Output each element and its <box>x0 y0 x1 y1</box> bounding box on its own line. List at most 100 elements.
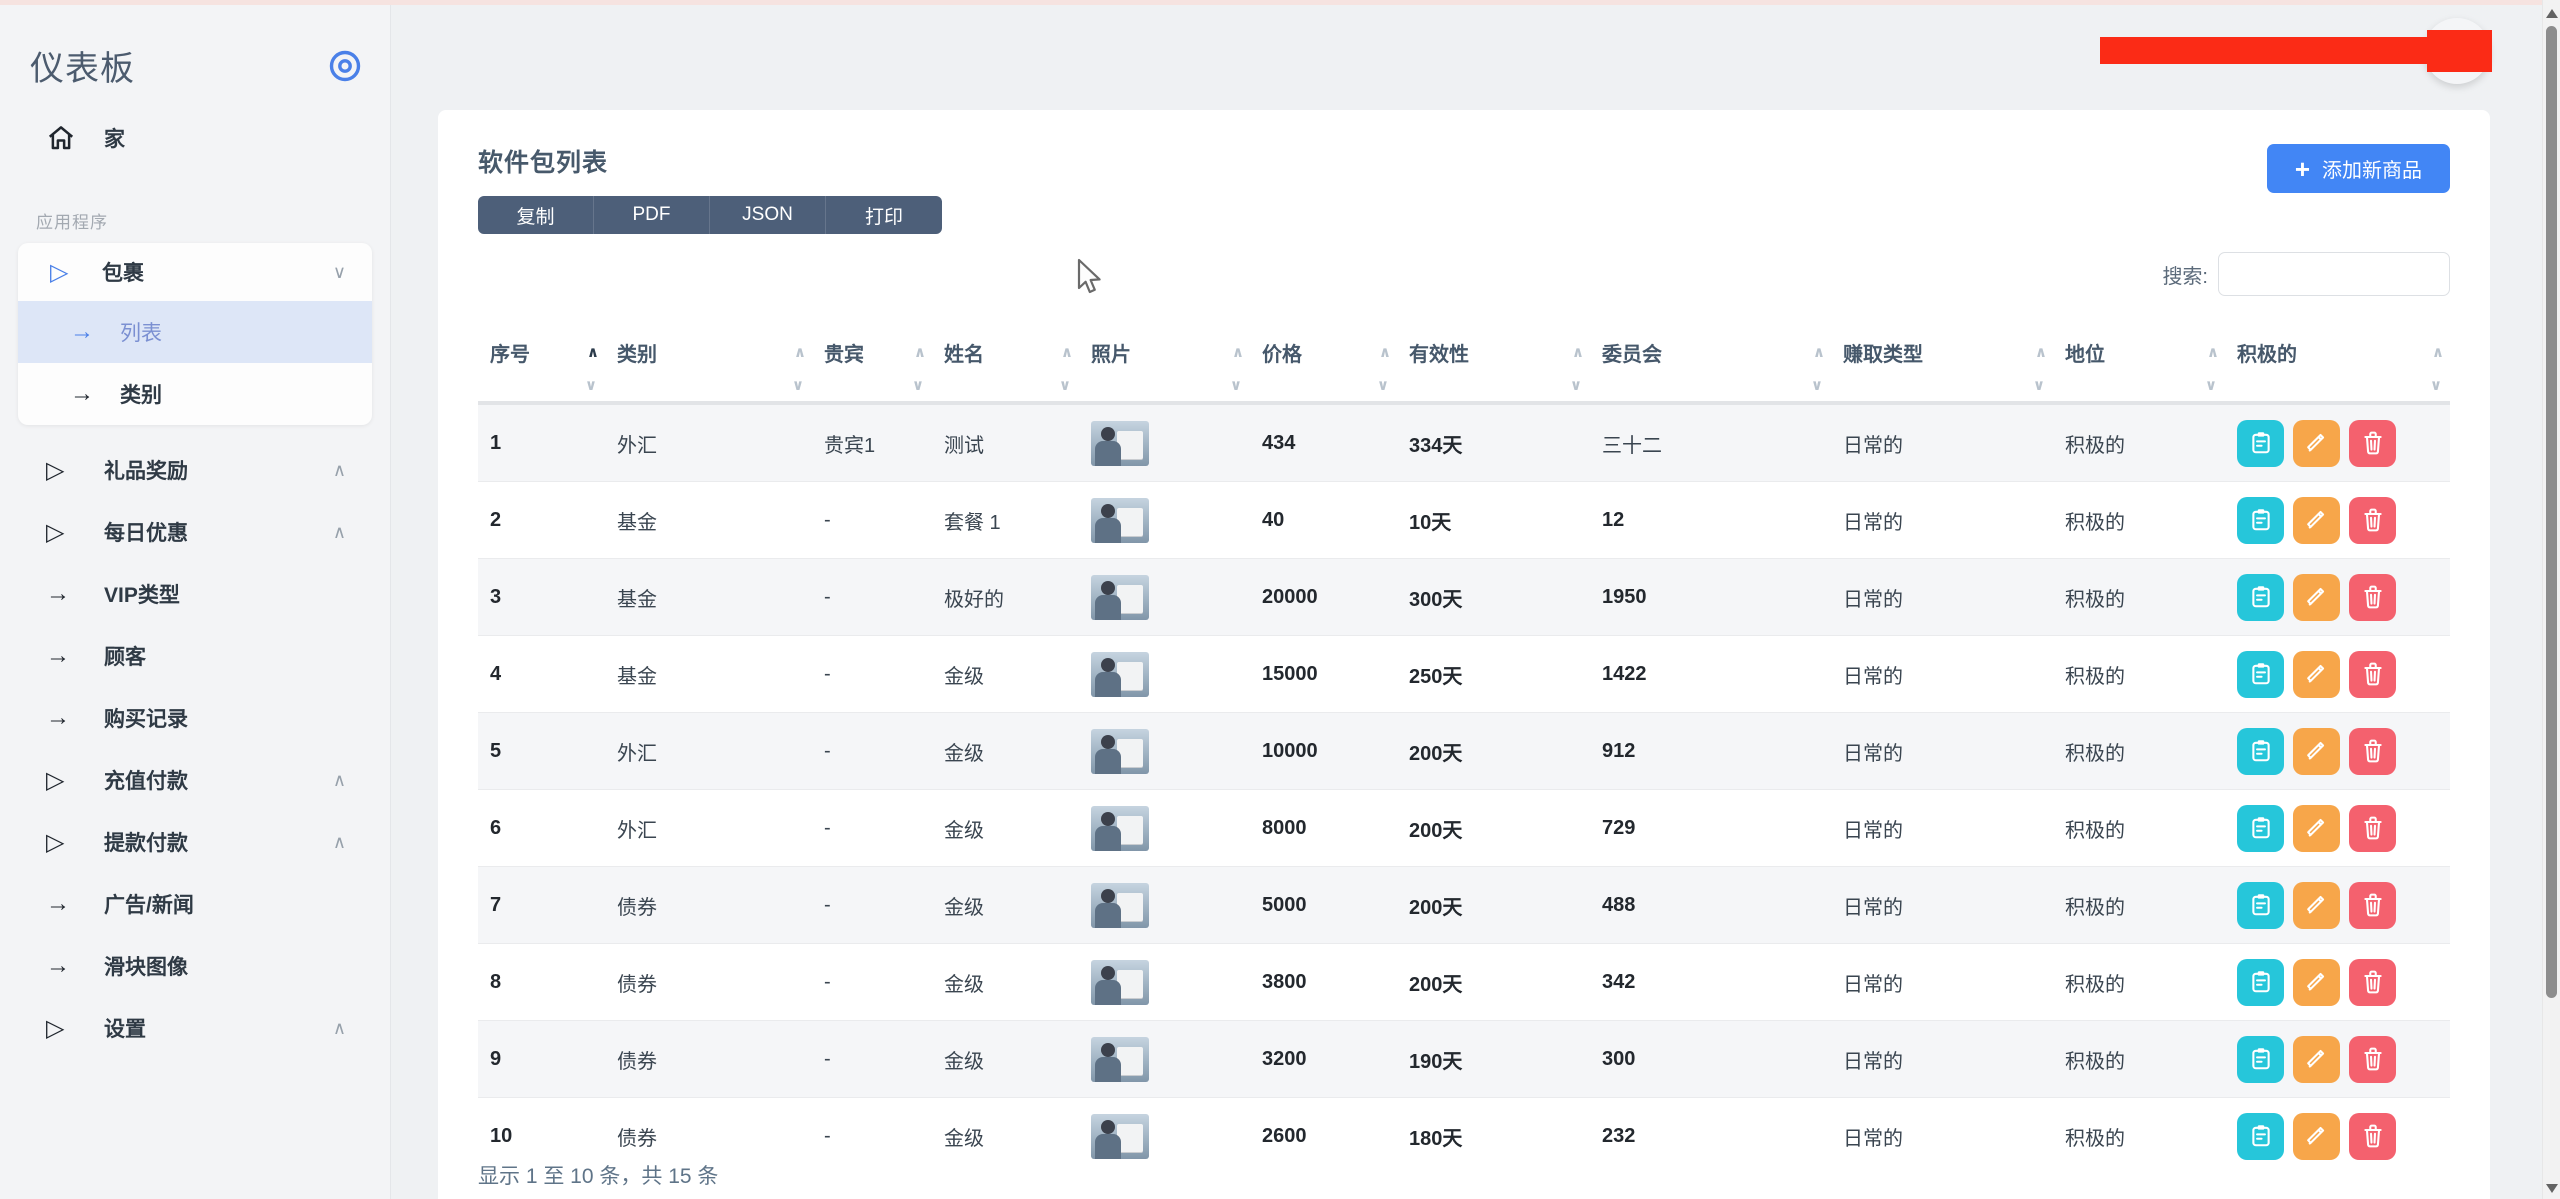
sidebar-item-home[interactable]: 家 <box>0 108 390 168</box>
person-body-shape <box>1095 441 1121 466</box>
export-button-pdf[interactable]: PDF <box>594 196 710 234</box>
page-title: 软件包列表 <box>478 143 608 179</box>
column-header[interactable]: 价格 ∧ ∨ <box>1250 330 1397 403</box>
column-header[interactable]: 委员会 ∧ ∨ <box>1590 330 1831 403</box>
sidebar-item[interactable]: ▷ 充值付款 ∧ <box>0 749 390 811</box>
delete-button[interactable] <box>2349 728 2396 775</box>
edit-button[interactable] <box>2293 1113 2340 1160</box>
sort-ascending-icon: ∧ <box>914 345 926 360</box>
cell-photo <box>1079 1098 1250 1175</box>
sidebar-item-category[interactable]: → 类别 <box>18 363 372 425</box>
cell-status: 积极的 <box>2053 713 2225 790</box>
sidebar-item-package[interactable]: ▷ 包裹 ∨ <box>18 243 372 301</box>
edit-button[interactable] <box>2293 959 2340 1006</box>
column-header[interactable]: 有效性 ∧ ∨ <box>1397 330 1590 403</box>
table-row: 9 债券 - 金级 3200 190天 300 日常的 积极的 <box>478 1021 2450 1098</box>
cell-name: 金级 <box>932 713 1079 790</box>
sidebar-item-list[interactable]: → 列表 <box>18 301 372 363</box>
cell-commission: 232 <box>1590 1098 1831 1175</box>
person-body-shape <box>1095 980 1121 1005</box>
cell-status: 积极的 <box>2053 944 2225 1021</box>
column-header[interactable]: 积极的 ∧ ∨ <box>2225 330 2450 403</box>
view-button[interactable] <box>2237 574 2284 621</box>
table-row: 5 外汇 - 金级 10000 200天 912 日常的 积极的 <box>478 713 2450 790</box>
cell-photo <box>1079 867 1250 944</box>
view-button[interactable] <box>2237 959 2284 1006</box>
column-header[interactable]: 类别 ∧ ∨ <box>605 330 812 403</box>
edit-button[interactable] <box>2293 882 2340 929</box>
cell-status: 积极的 <box>2053 482 2225 559</box>
view-button[interactable] <box>2237 805 2284 852</box>
edit-button[interactable] <box>2293 651 2340 698</box>
delete-button[interactable] <box>2349 497 2396 544</box>
view-button[interactable] <box>2237 882 2284 929</box>
edit-button[interactable] <box>2293 805 2340 852</box>
export-button-复制[interactable]: 复制 <box>478 196 594 234</box>
edit-button[interactable] <box>2293 1036 2340 1083</box>
delete-button[interactable] <box>2349 959 2396 1006</box>
cell-price: 434 <box>1250 403 1397 482</box>
cell-actions <box>2225 713 2450 790</box>
cell-price: 8000 <box>1250 790 1397 867</box>
edit-button[interactable] <box>2293 420 2340 467</box>
cell-actions <box>2225 636 2450 713</box>
delete-button[interactable] <box>2349 1036 2396 1083</box>
sidebar-item[interactable]: ▷ 礼品奖励 ∧ <box>0 439 390 501</box>
column-header[interactable]: 照片 ∧ ∨ <box>1079 330 1250 403</box>
cell-status: 积极的 <box>2053 1098 2225 1175</box>
delete-button[interactable] <box>2349 420 2396 467</box>
scrollbar-thumb[interactable] <box>2546 26 2557 998</box>
view-button[interactable] <box>2237 1113 2284 1160</box>
delete-button[interactable] <box>2349 882 2396 929</box>
column-header[interactable]: 贵宾 ∧ ∨ <box>812 330 932 403</box>
cell-name: 金级 <box>932 636 1079 713</box>
delete-button[interactable] <box>2349 1113 2396 1160</box>
view-button[interactable] <box>2237 1036 2284 1083</box>
sidebar-item[interactable]: → 顾客 <box>0 625 390 687</box>
arrow-right-icon: → <box>46 890 82 918</box>
package-photo <box>1091 806 1149 851</box>
sort-descending-icon: ∨ <box>912 377 924 394</box>
cell-commission: 1422 <box>1590 636 1831 713</box>
cell-vip: - <box>812 790 932 867</box>
edit-button[interactable] <box>2293 574 2340 621</box>
delete-button[interactable] <box>2349 574 2396 621</box>
sidebar-item[interactable]: ▷ 设置 ∧ <box>0 997 390 1059</box>
cell-status: 积极的 <box>2053 1021 2225 1098</box>
sidebar-menu: ▷ 礼品奖励 ∧ ▷ 每日优惠 ∧ → VIP类型 → 顾客 → 购买记录 ▷ … <box>0 439 390 1059</box>
search-input[interactable] <box>2218 252 2450 296</box>
cell-name: 金级 <box>932 1021 1079 1098</box>
sidebar-item[interactable]: → 购买记录 <box>0 687 390 749</box>
column-header[interactable]: 序号 ∧ ∨ <box>478 330 605 403</box>
column-header[interactable]: 赚取类型 ∧ ∨ <box>1831 330 2053 403</box>
export-button-json[interactable]: JSON <box>710 196 826 234</box>
delete-button[interactable] <box>2349 651 2396 698</box>
view-button[interactable] <box>2237 497 2284 544</box>
delete-button[interactable] <box>2349 805 2396 852</box>
sidebar-item-label: 类别 <box>120 379 162 409</box>
chevron-up-icon: ∧ <box>333 770 346 791</box>
sidebar-item[interactable]: → 滑块图像 <box>0 935 390 997</box>
scroll-down-arrow-icon[interactable] <box>2546 1184 2558 1193</box>
view-button[interactable] <box>2237 420 2284 467</box>
table-row: 3 基金 - 极好的 20000 300天 1950 日常的 积极的 <box>478 559 2450 636</box>
edit-button[interactable] <box>2293 728 2340 775</box>
sidebar-item[interactable]: ▷ 提款付款 ∧ <box>0 811 390 873</box>
add-new-product-button[interactable]: + 添加新商品 <box>2267 144 2450 193</box>
edit-button[interactable] <box>2293 497 2340 544</box>
person-head-shape <box>1101 658 1115 672</box>
column-header[interactable]: 地位 ∧ ∨ <box>2053 330 2225 403</box>
sidebar-item[interactable]: → VIP类型 <box>0 563 390 625</box>
scroll-up-arrow-icon[interactable] <box>2546 9 2558 18</box>
cell-photo <box>1079 713 1250 790</box>
view-button[interactable] <box>2237 651 2284 698</box>
target-icon[interactable] <box>328 49 362 83</box>
sidebar-item[interactable]: ▷ 每日优惠 ∧ <box>0 501 390 563</box>
arrow-right-icon: → <box>46 580 82 608</box>
view-button[interactable] <box>2237 728 2284 775</box>
cell-validity: 334天 <box>1397 403 1590 482</box>
export-button-打印[interactable]: 打印 <box>826 196 942 234</box>
redaction-bar <box>2100 37 2428 64</box>
column-header[interactable]: 姓名 ∧ ∨ <box>932 330 1079 403</box>
sidebar-item[interactable]: → 广告/新闻 <box>0 873 390 935</box>
